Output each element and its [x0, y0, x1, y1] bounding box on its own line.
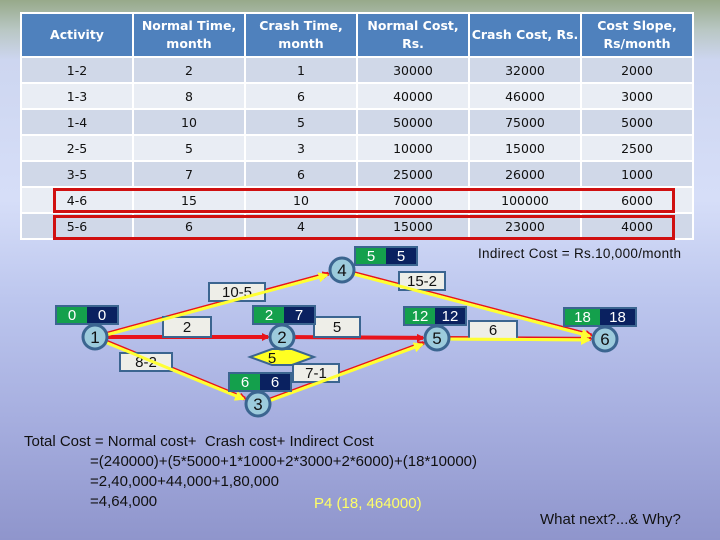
activity-label-text: 6 — [489, 322, 497, 339]
calc-line-formula: Total Cost = Normal cost+ Crash cost+ In… — [24, 433, 374, 450]
activity-label-2-5: 5 — [313, 316, 361, 338]
early-time-value: 2 — [265, 307, 273, 324]
node-number: 3 — [253, 395, 262, 414]
late-time-value: 6 — [271, 374, 279, 391]
late-time-value: 7 — [295, 307, 303, 324]
late-time-value: 0 — [98, 307, 106, 324]
early-time-value: 5 — [367, 248, 375, 265]
node-number: 4 — [337, 261, 346, 280]
event-node-2: 2 72 — [252, 305, 316, 351]
activity-label-text: 15-2 — [407, 273, 437, 290]
node-number: 2 — [277, 328, 286, 347]
point-label: P4 (18, 464000) — [314, 495, 422, 512]
calc-line-subtotals: =2,40,000+44,000+1,80,000 — [90, 473, 279, 490]
critical-path-overlay-4-6 — [344, 270, 592, 339]
late-time-value: 18 — [609, 309, 626, 326]
activity-label-text: 2 — [183, 319, 191, 336]
node-number: 5 — [432, 329, 441, 348]
node-number: 1 — [90, 328, 99, 347]
early-time-value: 0 — [68, 307, 76, 324]
calc-line-expansion: =(240000)+(5*5000+1*1000+2*3000+2*6000)+… — [90, 453, 478, 470]
late-time-value: 5 — [397, 248, 405, 265]
early-time-value: 6 — [241, 374, 249, 391]
question-text: What next?...& Why? — [540, 511, 681, 528]
early-time-value: 18 — [574, 309, 591, 326]
activity-label-5-6: 6 — [468, 320, 518, 340]
critical-path-overlay-5-6 — [439, 334, 592, 345]
activity-label-1-2: 2 — [162, 316, 212, 338]
indirect-cost-note: Indirect Cost = Rs.10,000/month — [478, 246, 682, 261]
late-time-value: 12 — [442, 308, 459, 325]
event-node-5: 12 125 — [403, 306, 467, 352]
activity-label-text: 5 — [333, 319, 341, 336]
slack-value: 5 — [268, 350, 276, 367]
activity-label-1-3: 8-2 — [119, 352, 173, 372]
activity-label-3-5: 7-1 — [292, 363, 340, 383]
activity-labels: 10-528-257-115-26 — [97, 270, 592, 406]
early-time-value: 12 — [412, 308, 429, 325]
node-number: 6 — [600, 330, 609, 349]
